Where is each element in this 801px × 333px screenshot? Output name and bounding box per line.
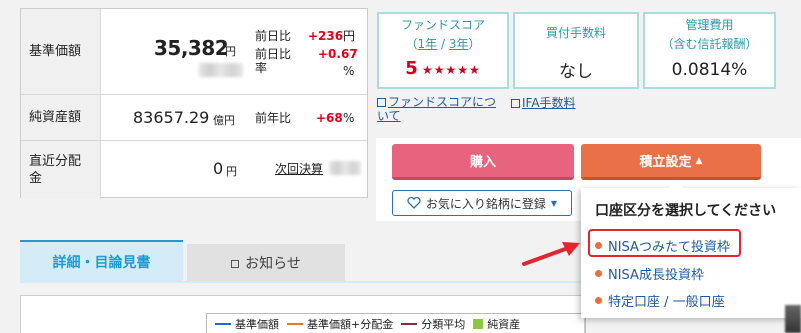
legend-item: 基準価額+分配金 — [287, 316, 393, 332]
tab-news[interactable]: お知らせ — [187, 244, 345, 282]
fund-score-box: ファンドスコア （1年 / 3年） 5 ★★★★★ — [377, 12, 509, 89]
legend-item: 分類平均 — [401, 316, 465, 332]
about-score-link[interactable]: ファンドスコアについて — [377, 95, 501, 123]
ifa-fee-link[interactable]: IFA手数料 — [511, 96, 576, 110]
price-table: 基準価額 35,382 円 前日比 +236 円 前日比率 +0.67 % 純資… — [20, 8, 368, 199]
legend-label: 純資産 — [487, 318, 521, 331]
legend-label: 基準価額+分配金 — [307, 318, 394, 331]
tsumitate-button[interactable]: 積立設定 ▲ — [581, 144, 761, 180]
nav-value: 35,382 — [154, 36, 229, 60]
fund-score-rating: 5 ★★★★★ — [379, 58, 507, 79]
star-rating-icon: ★★★★★ — [421, 63, 481, 77]
distribution-unit: 円 — [226, 165, 237, 178]
legend-swatch — [473, 319, 484, 329]
net-assets-row: 純資産額 83657.29 億円 前年比 +68 % — [21, 95, 367, 141]
legend-item: 純資産 — [473, 316, 520, 332]
dropdown-title: 口座区分を選択してください — [595, 203, 777, 219]
tab-detail[interactable]: 詳細・目論見書 — [20, 240, 183, 282]
distribution-label: 直近分配金 — [21, 141, 101, 199]
legend-label: 分類平均 — [421, 318, 466, 331]
purchase-fee-box: 買付手数料 なし — [513, 12, 639, 89]
annotation-arrow-icon — [522, 242, 580, 266]
nav-label: 基準価額 — [21, 9, 101, 94]
management-fee-title: 管理費用 — [685, 18, 734, 32]
net-assets-change-unit: % — [343, 111, 355, 125]
blurred-edge — [785, 305, 801, 333]
fund-score-period: （1年 / 3年） — [405, 37, 481, 51]
nav-rate-unit: % — [343, 64, 355, 78]
legend-item: 基準価額 — [215, 316, 279, 332]
bullet-icon — [595, 270, 602, 277]
external-link-icon — [231, 260, 240, 268]
fund-score-title: ファンドスコア — [400, 18, 485, 32]
external-link-icon — [511, 99, 520, 108]
blurred-settlement-date — [329, 161, 361, 175]
caret-down-icon: ▼ — [550, 198, 558, 208]
nav-change-label: 前日比 — [255, 29, 292, 43]
chart-legend: 基準価額 基準価額+分配金 分類平均 純資産 — [206, 313, 586, 333]
caret-up-icon: ▲ — [695, 155, 703, 166]
legend-swatch — [401, 323, 418, 325]
nav-rate-value: +0.67 — [318, 47, 358, 61]
distribution-value: 0 — [213, 159, 224, 178]
heart-icon — [407, 197, 421, 209]
legend-label: 基準価額 — [235, 318, 279, 331]
distribution-row: 直近分配金 0 円 次回決算 — [21, 141, 367, 199]
next-settlement-link[interactable]: 次回決算 — [275, 162, 323, 176]
net-assets-label: 純資産額 — [21, 95, 101, 140]
external-link-icon — [377, 98, 386, 107]
buy-button[interactable]: 購入 — [392, 144, 574, 180]
net-assets-value: 83657.29 — [133, 108, 210, 127]
nav-unit: 円 — [225, 45, 236, 58]
net-assets-change-value: +68 — [316, 111, 343, 125]
purchase-fee-title: 買付手数料 — [545, 26, 606, 40]
net-assets-unit: 億円 — [213, 114, 235, 127]
highlight-box — [588, 229, 741, 257]
management-fee-box: 管理費用 （含む信託報酬） 0.0814% — [643, 12, 776, 89]
favorite-button[interactable]: お気に入り銘柄に登録 ▼ — [392, 190, 572, 216]
legend-swatch — [287, 323, 303, 325]
nav-row: 基準価額 35,382 円 前日比 +236 円 前日比率 +0.67 % — [21, 9, 367, 95]
period-1y-link[interactable]: 1年 — [418, 37, 438, 51]
management-fee-subtitle: （含む信託報酬） — [661, 37, 758, 51]
net-assets-change-label: 前年比 — [255, 111, 292, 125]
nav-change-unit: 円 — [343, 29, 356, 43]
management-fee-value: 0.0814% — [671, 60, 748, 80]
chart-area: 基準価額 基準価額+分配金 分類平均 純資産 — [20, 295, 586, 333]
legend-swatch — [215, 323, 231, 325]
dropdown-item-nisa-growth[interactable]: NISA成長投資枠 — [595, 264, 704, 283]
period-3y-link[interactable]: 3年 — [449, 37, 469, 51]
dropdown-item-tokutei[interactable]: 特定口座 / 一般口座 — [595, 291, 725, 310]
fund-score-number: 5 — [405, 58, 418, 79]
blurred-date — [199, 63, 243, 77]
purchase-fee-value: なし — [559, 62, 593, 82]
nav-rate-label: 前日比率 — [255, 47, 292, 75]
bullet-icon — [595, 297, 602, 304]
nav-change-value: +236 — [308, 29, 344, 43]
